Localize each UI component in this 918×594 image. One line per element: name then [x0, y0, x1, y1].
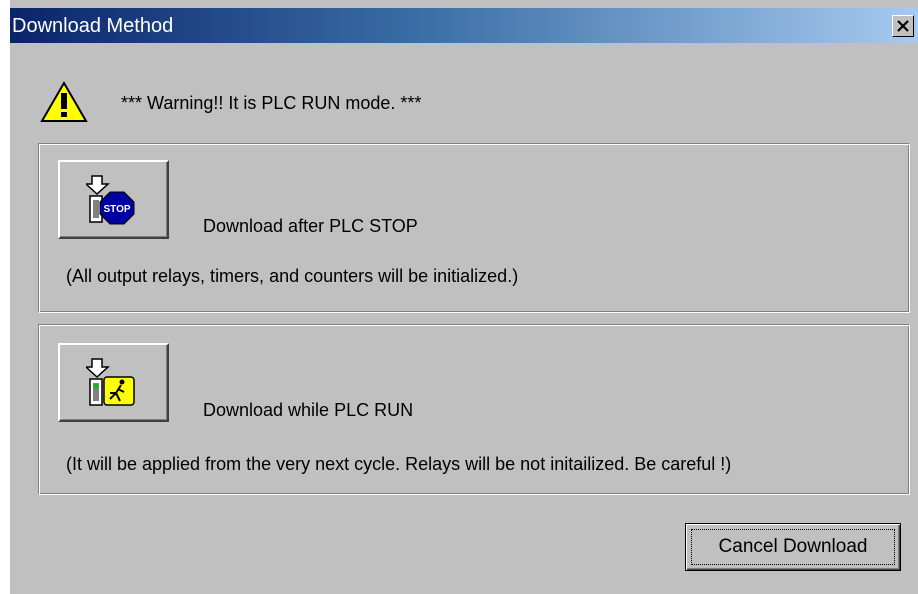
- option-group-stop: STOP Download after PLC STOP (All output…: [38, 143, 910, 313]
- option-label-run: Download while PLC RUN: [203, 400, 414, 420]
- option-description-stop: (All output relays, timers, and counters…: [66, 266, 519, 286]
- title-bar[interactable]: Download Method: [10, 8, 918, 43]
- warning-message: *** Warning!! It is PLC RUN mode. ***: [121, 93, 422, 113]
- svg-text:STOP: STOP: [103, 204, 130, 215]
- plc-stop-icon: STOP: [86, 175, 135, 225]
- cancel-download-label: Cancel Download: [718, 536, 868, 557]
- close-button[interactable]: [892, 15, 914, 37]
- option-label-stop: Download after PLC STOP: [203, 216, 418, 236]
- focus-rectangle: Cancel Download: [691, 529, 895, 565]
- option-group-run: Download while PLC RUN (It will be appli…: [38, 324, 910, 495]
- cancel-download-button[interactable]: Cancel Download: [685, 523, 901, 571]
- dialog-title: Download Method: [12, 15, 174, 37]
- close-icon: [897, 20, 909, 32]
- download-method-dialog: Download Method *** Warning!! It is PLC …: [10, 0, 918, 594]
- warning-triangle-icon: [40, 81, 88, 122]
- download-after-stop-button[interactable]: STOP: [58, 160, 169, 239]
- option-description-run: (It will be applied from the very next c…: [66, 454, 732, 474]
- plc-run-icon: [86, 358, 135, 406]
- download-while-run-button[interactable]: [58, 343, 169, 422]
